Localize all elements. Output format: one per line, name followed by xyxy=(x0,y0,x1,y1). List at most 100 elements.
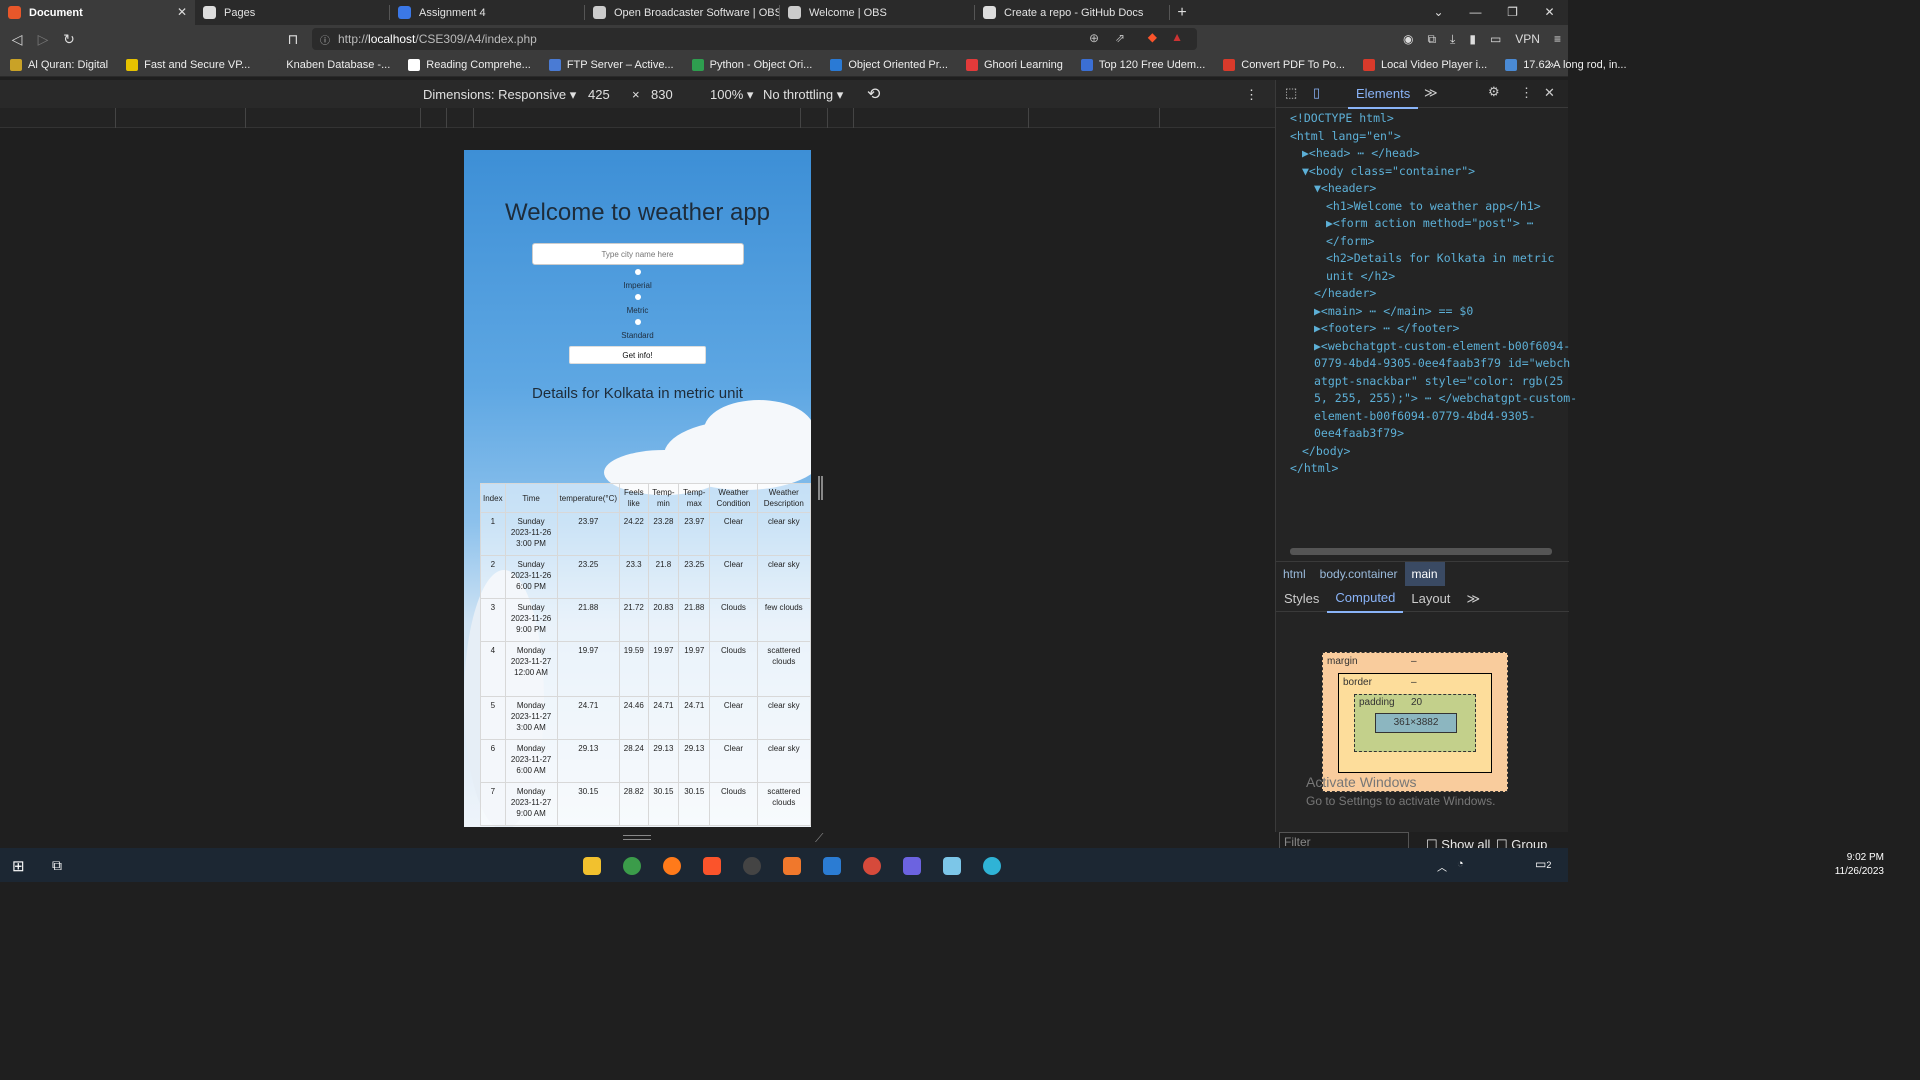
reload-icon[interactable]: ↻ xyxy=(56,31,82,48)
wallet-icon[interactable]: ▭ xyxy=(1490,32,1501,46)
media-player-icon[interactable] xyxy=(743,857,761,875)
tab-elements[interactable]: Elements xyxy=(1347,86,1419,109)
bookmark-item[interactable]: Convert PDF To Po... xyxy=(1223,58,1345,71)
dom-node-line[interactable]: element-b00f6094-0779-4bd4-9305- xyxy=(1276,408,1569,426)
dom-scrollbar[interactable] xyxy=(1290,548,1552,555)
windows-start-icon[interactable]: ⊞ xyxy=(12,857,25,875)
download-icon[interactable]: ⤓ xyxy=(1450,32,1455,47)
dom-node-line[interactable]: </form> xyxy=(1276,233,1569,251)
browser-tab[interactable]: Document ✕ xyxy=(0,0,195,25)
close-devtools-icon[interactable]: ✕ xyxy=(1544,85,1555,101)
browser-tab[interactable]: Pages xyxy=(195,0,390,25)
menu-icon[interactable]: ≡ xyxy=(1554,32,1561,46)
edge-icon[interactable] xyxy=(983,857,1001,875)
corner-resize-handle[interactable]: ⟋ xyxy=(815,831,823,846)
dom-node-line[interactable]: unit </h2> xyxy=(1276,268,1569,286)
rewards-icon[interactable]: ▲ xyxy=(1171,30,1183,44)
vscode-icon[interactable] xyxy=(823,857,841,875)
dom-node-line[interactable]: 0779-4bd4-9305-0ee4faab3f79 id="webch xyxy=(1276,355,1570,373)
devtools-menu-icon[interactable]: ⋮ xyxy=(1520,85,1533,101)
unit-radio-standard[interactable] xyxy=(634,319,641,325)
dom-node-line[interactable]: <html lang="en"> xyxy=(1276,128,1569,146)
bookmark-item[interactable]: Python - Object Ori... xyxy=(691,58,812,71)
breadcrumb-item[interactable]: html xyxy=(1276,562,1313,586)
brave-icon[interactable] xyxy=(703,857,721,875)
file-explorer-icon[interactable] xyxy=(583,857,601,875)
close-tab-icon[interactable]: ✕ xyxy=(177,5,187,19)
browser-tab[interactable]: Welcome | OBS xyxy=(780,0,975,25)
firefox-icon[interactable] xyxy=(663,857,681,875)
dom-node-line[interactable]: ▼<header> xyxy=(1276,180,1569,198)
dom-node-line[interactable]: 5, 255, 255);"> ⋯ </webchatgpt-custom- xyxy=(1276,390,1577,408)
more-subtabs-icon[interactable]: ≫ xyxy=(1458,586,1488,612)
width-input[interactable]: 425 xyxy=(588,87,610,102)
browser-tab[interactable]: Open Broadcaster Software | OBS xyxy=(585,0,780,25)
viewport-resize-handle[interactable] xyxy=(818,476,823,500)
back-icon[interactable]: ◁ xyxy=(4,31,30,48)
browser-tab[interactable]: Create a repo - GitHub Docs xyxy=(975,0,1170,25)
dom-node-line[interactable]: </body> xyxy=(1276,443,1569,461)
sidebar-icon[interactable]: ▮ xyxy=(1469,32,1476,46)
dom-node-line[interactable]: ▶<webchatgpt-custom-element-b00f6094- xyxy=(1276,338,1570,356)
zoom-select[interactable]: 100% ▾ xyxy=(710,87,753,103)
get-info-button[interactable]: Get info! xyxy=(569,346,706,364)
address-bar[interactable]: ⓘ http://localhost/CSE309/A4/index.php ⊕… xyxy=(312,28,1197,50)
throttling-select[interactable]: No throttling ▾ xyxy=(763,87,843,103)
bottom-resize-handle[interactable] xyxy=(623,835,651,840)
bookmark-item[interactable]: Knaben Database -... xyxy=(268,58,390,71)
bookmark-item[interactable]: Al Quran: Digital xyxy=(10,58,108,71)
extension-icon[interactable]: ◉ xyxy=(1403,32,1413,46)
bookmark-item[interactable]: Object Oriented Pr... xyxy=(830,58,948,71)
notepad-icon[interactable] xyxy=(943,857,961,875)
dom-node-line[interactable]: ▶<head> ⋯ </head> xyxy=(1276,145,1569,163)
subtab-computed[interactable]: Computed xyxy=(1327,585,1404,613)
chrome-profile-icon[interactable] xyxy=(863,857,881,875)
dom-node-line[interactable]: 0ee4faab3f79> xyxy=(1276,425,1569,443)
new-tab-button[interactable]: + xyxy=(1170,0,1194,25)
more-tabs-icon[interactable]: ≫ xyxy=(1424,85,1438,101)
unit-radio-imperial[interactable] xyxy=(634,269,641,275)
vpn-button[interactable]: VPN xyxy=(1515,32,1540,46)
site-info-icon[interactable]: ⓘ xyxy=(320,32,330,47)
unit-radio-metric[interactable] xyxy=(634,294,641,300)
dimensions-select[interactable]: Dimensions: Responsive ▾ xyxy=(423,87,576,103)
dom-node-line[interactable]: <h2>Details for Kolkata in metric xyxy=(1276,250,1569,268)
dom-node-line[interactable]: atgpt-snackbar" style="color: rgb(25 xyxy=(1276,373,1569,391)
inspect-icon[interactable]: ⬚ xyxy=(1285,85,1297,101)
zoom-icon[interactable]: ⊕ xyxy=(1089,31,1099,45)
forward-icon[interactable]: ▷ xyxy=(30,31,56,48)
dom-node-line[interactable]: </html> xyxy=(1276,460,1569,478)
bookmark-item[interactable]: Top 120 Free Udem... xyxy=(1080,58,1205,71)
dom-node-line[interactable]: ▶<footer> ⋯ </footer> xyxy=(1276,320,1569,338)
bookmark-item[interactable]: FTP Server – Active... xyxy=(548,58,674,71)
wifi-icon[interactable]: ◔ xyxy=(1457,858,1464,870)
subtab-layout[interactable]: Layout xyxy=(1403,586,1458,612)
xampp-icon[interactable] xyxy=(783,857,801,875)
device-toggle-icon[interactable]: ▯ xyxy=(1313,85,1320,101)
bookmark-item[interactable]: Fast and Secure VP... xyxy=(126,58,250,71)
system-clock[interactable]: 9:02 PM 11/26/2023 xyxy=(1835,851,1884,879)
dom-node-line[interactable]: ▶<form action method="post"> ⋯ xyxy=(1276,215,1569,233)
task-view-icon[interactable]: ⧉ xyxy=(52,857,62,874)
breadcrumb-item[interactable]: body.container xyxy=(1313,562,1405,586)
dom-node-line[interactable]: <!DOCTYPE html> xyxy=(1276,110,1569,128)
notifications-icon[interactable]: ▭2 xyxy=(1535,857,1551,871)
bookmark-item[interactable]: Local Video Player i... xyxy=(1362,58,1487,71)
brave-shield-icon[interactable]: ◆ xyxy=(1148,30,1157,44)
bookmark-item[interactable]: 17.62 A long rod, in... xyxy=(1505,58,1627,71)
tab-search-icon[interactable]: ⌄ xyxy=(1420,0,1457,25)
breadcrumb-item[interactable]: main xyxy=(1404,561,1445,586)
close-window-button[interactable]: ✕ xyxy=(1531,0,1568,25)
more-options-icon[interactable]: ⋮ xyxy=(1245,87,1258,103)
bookmark-item[interactable]: Ghoori Learning xyxy=(965,58,1063,71)
share-icon[interactable]: ⇗ xyxy=(1115,31,1125,45)
dom-node-line[interactable]: <h1>Welcome to weather app</h1> xyxy=(1276,198,1569,216)
dom-node-line[interactable]: ▶<main> ⋯ </main> == $0 xyxy=(1276,303,1569,321)
browser-tab[interactable]: Assignment 4 xyxy=(390,0,585,25)
more-bookmarks-icon[interactable]: » xyxy=(1548,59,1554,71)
extensions-puzzle-icon[interactable]: ⧉ xyxy=(1427,32,1436,47)
subtab-styles[interactable]: Styles xyxy=(1276,586,1327,612)
city-search-input[interactable] xyxy=(531,243,744,265)
height-input[interactable]: 830 xyxy=(651,87,673,102)
settings-icon[interactable]: ⚙ xyxy=(1488,84,1500,100)
